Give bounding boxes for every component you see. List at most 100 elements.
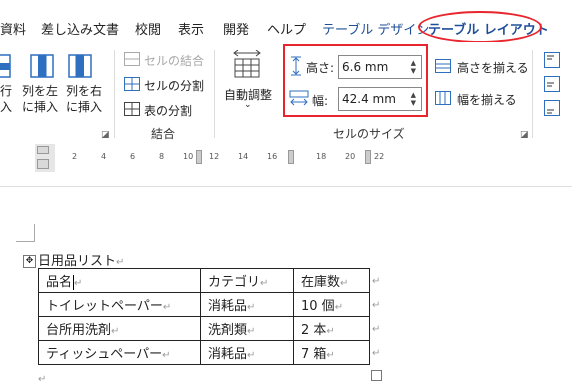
paragraph-mark: ↵ <box>38 374 47 385</box>
distribute-rows-button[interactable]: 高さを揃える <box>435 57 535 77</box>
ruler-tick-label: 20 <box>345 152 356 161</box>
insert-row-label[interactable]: 行 <box>0 82 12 99</box>
horizontal-ruler: 2 4 6 8 10 12 14 16 18 20 22 <box>0 144 572 172</box>
split-table-icon <box>124 102 140 116</box>
tab-review[interactable]: 校閲 <box>135 19 161 38</box>
alignment-group <box>540 50 572 122</box>
ribbon-tab-bar: 資料 差し込み文書 校閲 表示 開発 ヘルプ テーブル デザイン テーブル レイ… <box>0 0 572 43</box>
group-separator <box>532 50 533 138</box>
table-cell[interactable]: ティッシュペーパー↵ <box>38 340 201 365</box>
table-cell[interactable]: 在庫数↵ <box>293 268 370 293</box>
row-end-mark: ↵ <box>372 348 381 359</box>
cell-text: カテゴリ <box>208 275 261 290</box>
table-resize-handle[interactable] <box>371 370 382 381</box>
insert-row-icon <box>0 54 11 78</box>
ruler-tick-label: 12 <box>209 152 220 161</box>
insert-left-button[interactable]: 列を左 に挿入 <box>20 52 60 122</box>
align-center-left-icon[interactable] <box>544 76 560 92</box>
data-table[interactable]: 品名 ↵ カテゴリ↵ 在庫数↵ トイレットペーパー↵ 消耗品↵ 10 個↵ 台所用… <box>38 268 370 365</box>
cell-size-group-label: セルのサイズ <box>333 127 405 141</box>
row-end-mark: ↵ <box>372 276 381 287</box>
merge-cells-button[interactable]: セルの結合 <box>122 50 214 70</box>
tab-table-design[interactable]: テーブル デザイン <box>322 19 429 38</box>
distribute-rows-icon <box>435 59 451 73</box>
table-row: ティッシュペーパー↵ 消耗品↵ 7 箱↵ <box>38 340 370 365</box>
cell-text: 在庫数 <box>301 275 341 290</box>
cell-size-highlight-box <box>283 44 428 117</box>
table-cell[interactable]: 台所用洗剤↵ <box>38 316 201 341</box>
ruler-tick-label: 16 <box>267 152 278 161</box>
table-cell[interactable]: カテゴリ↵ <box>200 268 294 293</box>
insert-right-label-1: 列を右 <box>66 84 103 98</box>
table-cell[interactable]: 消耗品↵ <box>200 340 294 365</box>
cell-text: 7 箱 <box>301 347 327 362</box>
split-table-button[interactable]: 表の分割 <box>122 100 214 120</box>
split-cells-button[interactable]: セルの分割 <box>122 75 214 95</box>
hanging-indent-marker[interactable] <box>37 159 49 169</box>
ruler-tick-label: 4 <box>101 152 107 161</box>
tab-references[interactable]: 資料 <box>0 19 26 38</box>
cell-text: 品名 <box>46 275 73 290</box>
table-cell[interactable]: 品名 ↵ <box>38 268 201 293</box>
ruler-tick-label: 8 <box>159 152 165 161</box>
cell-size-launcher-icon[interactable]: ◪ <box>520 130 529 140</box>
insert-left-label-1: 列を左 <box>22 84 59 98</box>
table-cell[interactable]: 消耗品↵ <box>200 292 294 317</box>
split-table-label: 表の分割 <box>144 104 193 118</box>
insert-right-button[interactable]: 列を右 に挿入 <box>64 52 104 122</box>
autofit-button[interactable]: 自動調整 ⌄ <box>220 50 276 120</box>
cell-text: 10 個 <box>301 299 335 314</box>
rows-columns-launcher-icon[interactable]: ◪ <box>101 130 110 140</box>
tab-help[interactable]: ヘルプ <box>267 19 306 38</box>
tab-view[interactable]: 表示 <box>178 19 204 38</box>
column-marker[interactable] <box>365 150 371 164</box>
cell-text: 消耗品 <box>208 299 248 314</box>
cell-text: ティッシュペーパー <box>46 347 163 362</box>
align-top-left-icon[interactable] <box>544 52 560 68</box>
cell-text: 2 本 <box>301 323 327 338</box>
insert-left-label-2: に挿入 <box>22 100 59 114</box>
cell-text: トイレットペーパー <box>46 299 163 314</box>
split-cells-icon <box>124 77 140 91</box>
table-row: 台所用洗剤↵ 洗剤類↵ 2 本↵ <box>38 316 370 341</box>
document-title: 日用品リスト↵ <box>38 254 125 269</box>
insert-column-left-icon <box>30 54 54 78</box>
distribute-columns-button[interactable]: 幅を揃える <box>435 89 535 109</box>
first-line-indent-marker[interactable] <box>37 146 49 154</box>
table-row: トイレットペーパー↵ 消耗品↵ 10 個↵ <box>38 292 370 317</box>
merge-group-label: 結合 <box>151 127 176 141</box>
table-cell[interactable]: 2 本↵ <box>293 316 370 341</box>
autofit-dropdown-icon: ⌄ <box>244 100 252 110</box>
page-edge <box>0 186 572 187</box>
insert-row-sub-label[interactable]: 入 <box>0 98 12 115</box>
table-cell[interactable]: 洗剤類↵ <box>200 316 294 341</box>
insert-column-right-icon <box>68 54 92 78</box>
table-row: 品名 ↵ カテゴリ↵ 在庫数↵ <box>38 268 370 293</box>
split-cells-label: セルの分割 <box>144 79 205 93</box>
insert-right-label-2: に挿入 <box>66 100 103 114</box>
tab-developer[interactable]: 開発 <box>223 19 249 38</box>
table-cell[interactable]: 10 個↵ <box>293 292 370 317</box>
table-layout-highlight-oval <box>418 11 542 43</box>
document-title-text: 日用品リスト <box>38 254 117 269</box>
table-cell[interactable]: 7 箱↵ <box>293 340 370 365</box>
ruler-tick-label: 18 <box>316 152 327 161</box>
merge-cells-label: セルの結合 <box>144 54 205 68</box>
table-move-handle-icon[interactable]: ✥ <box>23 255 36 268</box>
merge-cells-icon <box>124 52 140 66</box>
group-separator <box>214 50 215 138</box>
ruler-tick-label: 14 <box>238 152 249 161</box>
column-marker[interactable] <box>288 150 294 164</box>
ruler-tick-label: 2 <box>72 152 78 161</box>
table-cell[interactable]: トイレットペーパー↵ <box>38 292 201 317</box>
column-marker[interactable] <box>196 150 202 164</box>
rows-columns-group: 行 入 列を左 に挿入 列を右 に挿入 <box>0 52 120 122</box>
margin-corner-mark <box>34 224 35 242</box>
distribute-rows-label: 高さを揃える <box>457 61 529 75</box>
distribute-columns-icon <box>435 91 451 105</box>
align-bottom-left-icon[interactable] <box>544 100 560 116</box>
tab-mailings[interactable]: 差し込み文書 <box>41 19 119 38</box>
ruler-tick-label: 22 <box>374 152 385 161</box>
cell-text: 消耗品 <box>208 347 248 362</box>
group-separator <box>114 50 115 138</box>
